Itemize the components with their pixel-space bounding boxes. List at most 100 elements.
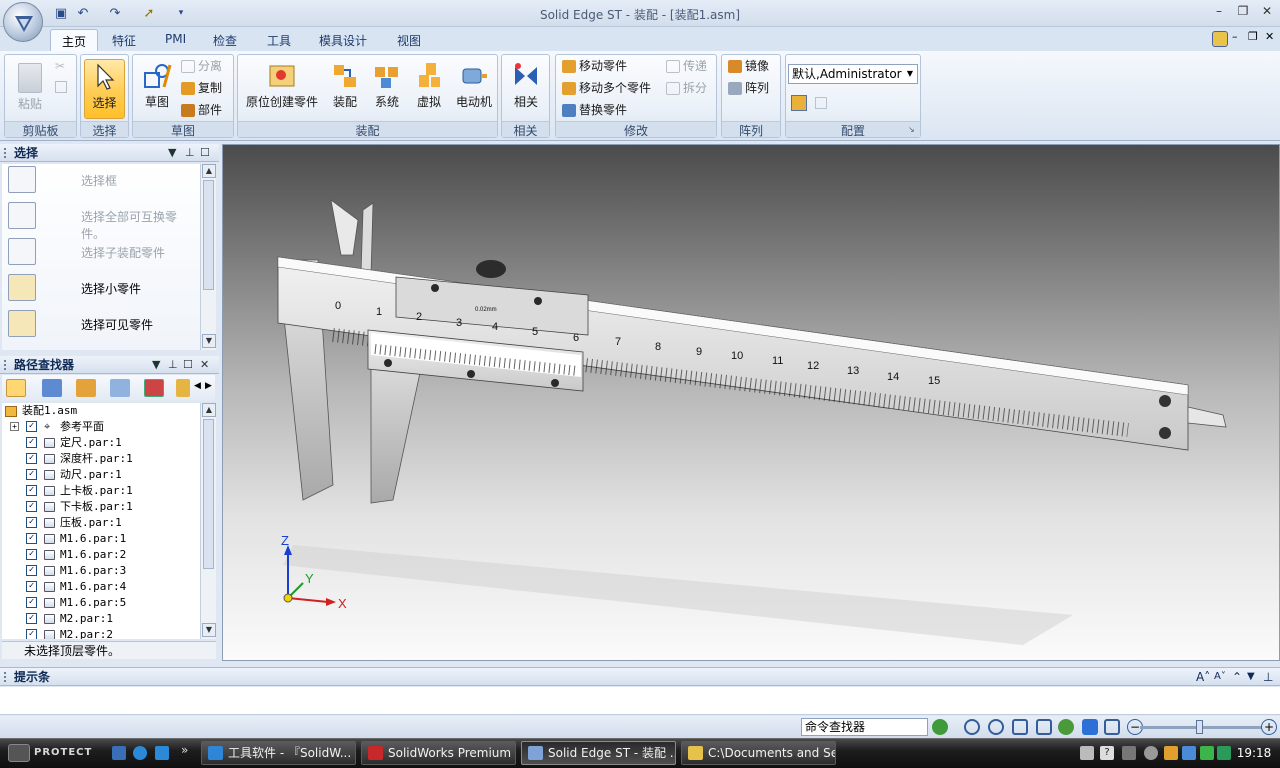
assembly-view-icon[interactable] [6,379,26,397]
taskbar-button[interactable]: 工具软件 - 『SolidW... [201,741,356,765]
checkbox[interactable]: ✓ [26,549,37,560]
checkbox[interactable]: ✓ [26,581,37,592]
checkbox[interactable]: ✓ [26,533,37,544]
pattern-button[interactable]: 阵列 [728,79,769,97]
detach-button[interactable]: 分离 [181,57,222,75]
sketch-button[interactable]: 草图 [136,59,178,119]
tab-mold-design[interactable]: 模具设计 [308,29,378,51]
tab-home[interactable]: 主页 [50,29,99,51]
panel-menu-icon[interactable]: ▼ [168,144,176,162]
select-panel-scrollbar[interactable]: ▲ ▼ [200,164,216,350]
display-config-icon[interactable] [176,379,190,397]
help-icon[interactable]: ? [1100,746,1114,760]
checkbox[interactable]: ✓ [26,501,37,512]
move-multiple-parts-button[interactable]: 移动多个零件 [562,79,651,97]
tab-features[interactable]: 特征 [101,29,147,51]
scroll-thumb[interactable] [203,419,214,569]
copy-button[interactable]: 复制 [181,79,222,97]
checkbox[interactable]: ✓ [26,453,37,464]
tree-item[interactable]: ✓ 下卡板.par:1 [2,499,200,515]
tree-item[interactable]: ✓ M1.6.par:3 [2,563,200,579]
expand-up-icon[interactable]: ⌃ [1232,668,1242,686]
zoom-area-icon[interactable] [964,719,980,735]
application-button[interactable] [3,2,43,42]
refresh-icon[interactable] [932,719,948,735]
maximize-icon[interactable]: ☐ [200,144,210,162]
simplify-icon[interactable] [144,379,164,397]
tree-item[interactable]: ✓ 上卡板.par:1 [2,483,200,499]
tree-item[interactable]: ✓ M2.par:2 [2,627,200,639]
scroll-thumb[interactable] [203,180,214,290]
expand-icon[interactable]: + [10,422,19,431]
tab-view[interactable]: 视图 [386,29,432,51]
fit-icon[interactable] [1012,719,1028,735]
cut-icon[interactable]: ✂ [55,59,65,73]
config-display-icon[interactable] [815,97,827,109]
rotate-icon[interactable] [1058,719,1074,735]
tree-item[interactable]: ✓ 压板.par:1 [2,515,200,531]
relations-icon[interactable] [76,379,96,397]
network-icon[interactable] [1182,746,1196,760]
zoom-icon[interactable] [988,719,1004,735]
move-part-button[interactable]: 移动零件 [562,57,627,75]
quicklaunch-more-icon[interactable]: » [181,743,188,757]
ie-icon[interactable] [155,746,169,760]
doc-restore-icon[interactable]: ❐ [1248,30,1258,43]
tab-inspect[interactable]: 检查 [202,29,248,51]
checkbox[interactable]: ✓ [26,629,37,639]
checkbox[interactable]: ✓ [26,469,37,480]
restore-icon[interactable]: ❐ [1232,4,1254,22]
doc-close-icon[interactable]: ✕ [1265,30,1274,43]
checkbox[interactable]: ✓ [26,517,37,528]
create-in-place-button[interactable]: 原位创建零件 [242,59,322,119]
scroll-down-icon[interactable]: ▼ [202,334,216,348]
start-button[interactable]: PROTECT [4,741,104,765]
select-small-parts-tool[interactable]: 选择小零件 [6,272,200,302]
zoom-in-icon[interactable]: + [1261,719,1277,735]
maximize-icon[interactable]: ☐ [183,356,193,374]
virtual-button[interactable]: 虚拟 [410,59,448,119]
checkbox[interactable]: ✓ [26,613,37,624]
motor-button[interactable]: 电动机 [452,59,496,119]
scroll-down-icon[interactable]: ▼ [202,623,216,637]
taskbar-button[interactable]: SolidWorks Premium 2... [361,741,516,765]
checkbox[interactable]: ✓ [26,565,37,576]
checkbox[interactable]: ✓ [26,597,37,608]
taskbar-button[interactable]: C:\Documents and Se... [681,741,836,765]
configuration-dropdown[interactable]: 默认,Administrator ▼ [788,64,918,84]
tab-pmi[interactable]: PMI [154,29,197,51]
taskbar-button[interactable]: Solid Edge ST - 装配 ... [521,741,676,765]
layers-icon[interactable] [110,379,130,397]
dialog-launcher-icon[interactable]: ↘ [908,125,915,134]
select-subassembly-tool[interactable]: 选择子装配零件 [6,236,200,266]
graphics-viewport[interactable]: 0 1 2 3 4 5 6 7 8 9 10 11 12 13 14 15 0.… [222,144,1280,661]
tree-item[interactable]: ✓ M1.6.par:1 [2,531,200,547]
tree-item[interactable]: ✓ M1.6.par:2 [2,547,200,563]
scroll-up-icon[interactable]: ▲ [202,164,216,178]
select-interchangeable-tool[interactable]: 选择全部可互换零件。 [6,200,200,241]
pan-icon[interactable] [1036,719,1052,735]
ime-icon[interactable] [1122,746,1136,760]
tree-item[interactable]: ✓ 定尺.par:1 [2,435,200,451]
copy-small-icon[interactable] [55,81,67,93]
select-visible-parts-tool[interactable]: 选择可见零件 [6,308,200,338]
help-book-icon[interactable] [1212,31,1228,47]
pin-icon[interactable]: ⊥ [185,144,195,162]
system-button[interactable]: 系统 [368,59,406,119]
mirror-button[interactable]: 镜像 [728,57,769,75]
relate-button[interactable]: 相关 [505,59,547,119]
select-box-tool[interactable]: 选择框 [6,164,200,194]
checkbox[interactable]: ✓ [26,485,37,496]
minimize-icon[interactable]: – [1208,4,1230,22]
assemble-button[interactable]: 装配 [326,59,364,119]
pin-icon[interactable]: ⊥ [1263,668,1273,686]
transfer-button[interactable]: 传递 [666,57,707,75]
replace-part-button[interactable]: 替换零件 [562,101,627,119]
panel-menu-icon[interactable]: ▼ [152,356,160,374]
keyboard-icon[interactable] [1080,746,1094,760]
checkbox[interactable]: ✓ [26,421,37,432]
zoom-slider-thumb[interactable] [1196,720,1203,734]
disperse-button[interactable]: 拆分 [666,79,707,97]
tree-item[interactable]: ✓ M1.6.par:5 [2,595,200,611]
shaded-view-icon[interactable] [1104,719,1120,735]
